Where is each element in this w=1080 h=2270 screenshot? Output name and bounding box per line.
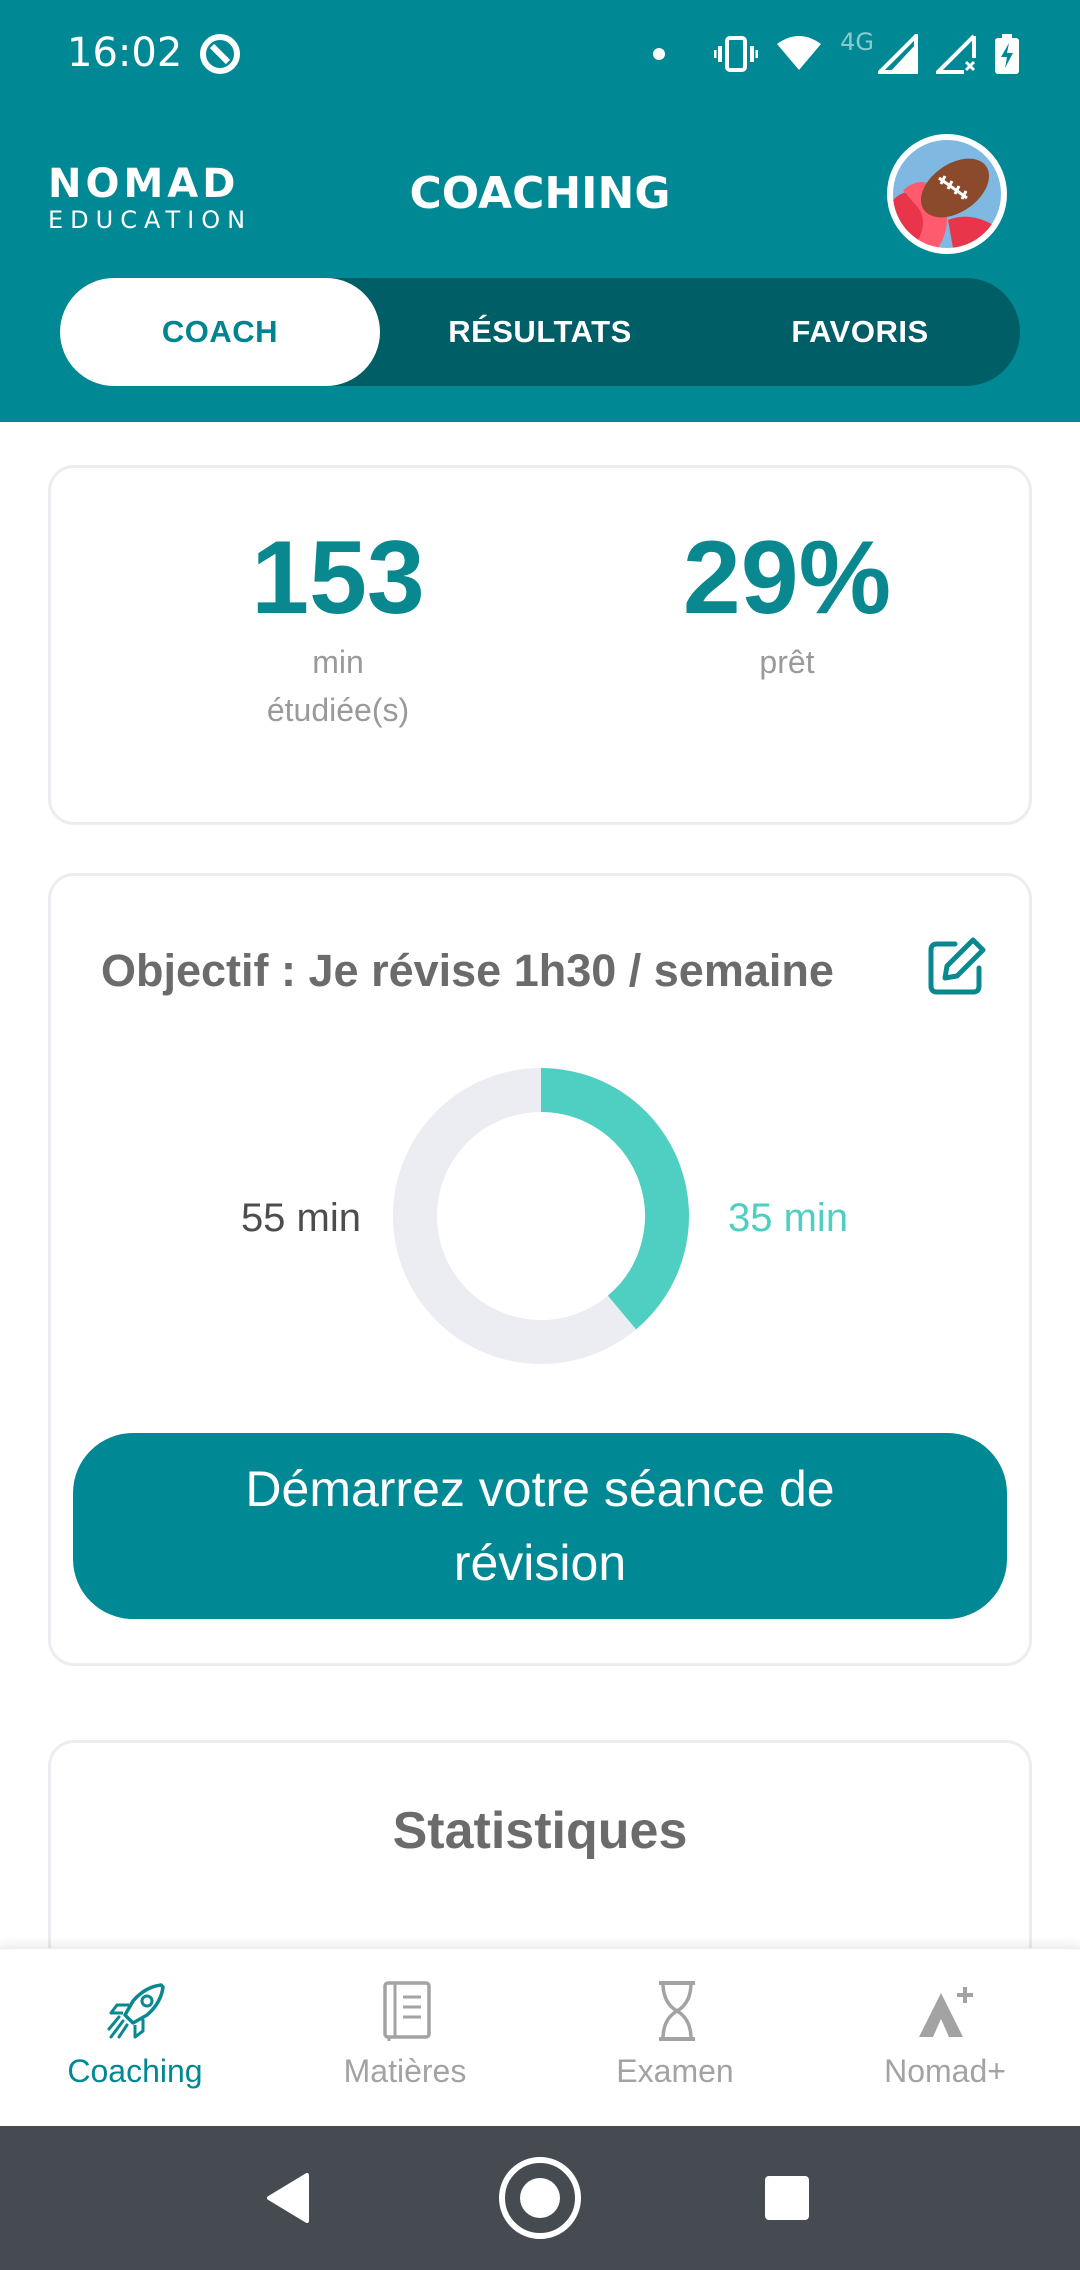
bottom-navigation: Coaching Matières Examen Nomad+ bbox=[0, 1948, 1080, 2126]
nav-item-nomad-plus[interactable]: Nomad+ bbox=[810, 1949, 1080, 2127]
minutes-studied-stat: 153 min étudiée(s) bbox=[138, 518, 538, 734]
minutes-unit-label: min bbox=[312, 644, 364, 680]
summary-card: 153 min étudiée(s) 29% prêt bbox=[48, 465, 1032, 825]
nomad-education-logo[interactable]: NOMAD EDUCATION bbox=[48, 162, 252, 234]
back-icon[interactable] bbox=[245, 2153, 335, 2243]
signal-icon bbox=[878, 34, 918, 74]
start-revision-button[interactable]: Démarrez votre séance de révision bbox=[73, 1433, 1007, 1619]
sync-status-icon bbox=[200, 34, 240, 74]
nav-item-examen[interactable]: Examen bbox=[540, 1949, 810, 2127]
readiness-stat: 29% prêt bbox=[587, 518, 987, 686]
goal-text: Objectif : Je révise 1h30 / semaine bbox=[101, 945, 834, 996]
football-avatar-icon bbox=[893, 140, 1001, 248]
edit-icon[interactable] bbox=[927, 936, 987, 996]
rocket-icon bbox=[107, 1983, 165, 2039]
recent-apps-icon[interactable] bbox=[742, 2153, 832, 2243]
battery-charging-icon bbox=[995, 34, 1019, 74]
hourglass-icon bbox=[659, 1981, 695, 2041]
readiness-value: 29% bbox=[682, 520, 892, 636]
nav-label-coaching: Coaching bbox=[67, 2053, 203, 2089]
goal-progress-donut bbox=[393, 1068, 689, 1364]
nav-label-matieres: Matières bbox=[343, 2053, 467, 2089]
vibrate-icon bbox=[714, 36, 759, 72]
status-icons: 4G bbox=[652, 26, 1020, 82]
nav-label-nomad-plus: Nomad+ bbox=[884, 2053, 1006, 2089]
home-icon[interactable] bbox=[495, 2153, 585, 2243]
donut-progress-arc bbox=[540, 1068, 689, 1330]
remaining-minutes-label: 55 min bbox=[240, 1196, 361, 1240]
readiness-label: prêt bbox=[759, 644, 815, 680]
avatar[interactable] bbox=[887, 134, 1007, 254]
minutes-studied-label: étudiée(s) bbox=[266, 692, 410, 728]
page-title: COACHING bbox=[409, 168, 671, 219]
statistics-title: Statistiques bbox=[392, 1802, 688, 1860]
segmented-tabs: COACH RÉSULTATS FAVORIS bbox=[60, 278, 1020, 386]
logo-line1: NOMAD bbox=[48, 161, 240, 207]
nav-item-coaching[interactable]: Coaching bbox=[0, 1949, 270, 2127]
network-type: 4G bbox=[840, 28, 874, 56]
goal-row: Objectif : Je révise 1h30 / semaine bbox=[101, 936, 1001, 1006]
nomad-plus-icon bbox=[919, 1987, 973, 2037]
tab-coach[interactable]: COACH bbox=[60, 278, 380, 386]
done-minutes-label: 35 min bbox=[728, 1196, 849, 1240]
app-header: 16:02 4G NOMAD EDUCATION COACHING COACH … bbox=[0, 0, 1080, 422]
notification-dot-icon bbox=[653, 48, 666, 60]
signal-no-data-icon bbox=[936, 34, 976, 74]
nav-label-examen: Examen bbox=[616, 2053, 734, 2089]
minutes-studied-value: 153 bbox=[251, 520, 425, 636]
nav-item-matieres[interactable]: Matières bbox=[270, 1949, 540, 2127]
notebook-icon bbox=[383, 1981, 431, 2041]
status-time: 16:02 bbox=[67, 30, 183, 76]
status-bar: 16:02 4G bbox=[0, 0, 1080, 110]
tab-resultats[interactable]: RÉSULTATS bbox=[380, 278, 700, 386]
system-navigation-bar bbox=[0, 2126, 1080, 2270]
logo-line2: EDUCATION bbox=[48, 206, 253, 234]
tab-favoris[interactable]: FAVORIS bbox=[700, 278, 1020, 386]
wifi-icon bbox=[777, 36, 822, 70]
goal-card: Objectif : Je révise 1h30 / semaine 55 m… bbox=[48, 873, 1032, 1666]
